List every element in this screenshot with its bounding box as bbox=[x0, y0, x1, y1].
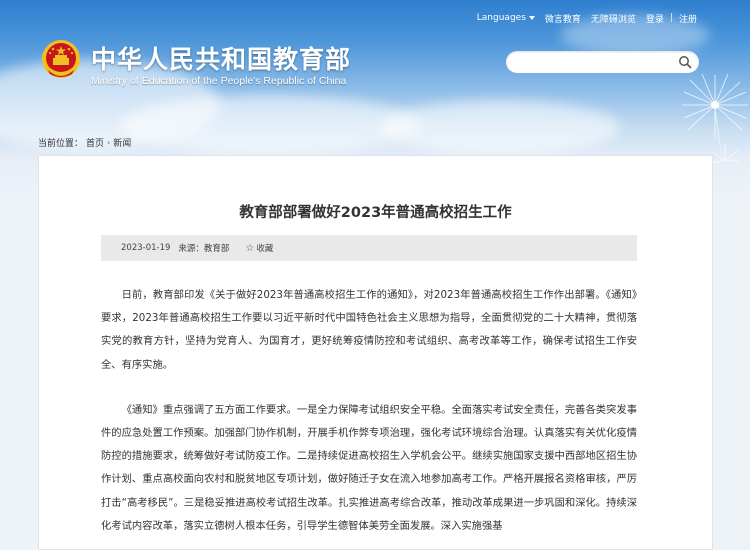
breadcrumb-news[interactable]: 新闻 bbox=[113, 136, 131, 149]
search-input[interactable] bbox=[506, 52, 666, 75]
article-source: 来源：教育部 bbox=[178, 244, 230, 254]
languages-menu[interactable]: Languages bbox=[472, 13, 540, 23]
cloud bbox=[120, 95, 420, 155]
search-box[interactable] bbox=[506, 51, 699, 75]
breadcrumb-label: 当前位置： bbox=[38, 139, 84, 149]
register-link[interactable]: 注册 bbox=[674, 12, 702, 25]
site-subtitle: Ministry of Education of the People's Re… bbox=[91, 75, 347, 87]
chevron-down-icon bbox=[528, 16, 535, 20]
star-icon: ☆ bbox=[245, 242, 255, 254]
article-body: 日前，教育部印发《关于做好2023年普通高校招生工作的通知》，对2023年普通高… bbox=[101, 284, 637, 538]
article-paragraph: 日前，教育部印发《关于做好2023年普通高校招生工作的通知》，对2023年普通高… bbox=[101, 289, 637, 371]
login-link[interactable]: 登录 bbox=[641, 12, 669, 25]
article-paragraph: 《通知》重点强调了五方面工作要求。一是全力保障考试组织安全平稳。全面落实考试安全… bbox=[101, 403, 637, 532]
cloud bbox=[380, 100, 620, 155]
favorite-button[interactable]: ☆ 收藏 bbox=[245, 242, 274, 255]
languages-label: Languages bbox=[476, 13, 526, 23]
national-emblem-icon[interactable] bbox=[40, 38, 82, 82]
breadcrumb-home[interactable]: 首页 bbox=[86, 136, 104, 149]
article-meta-bar: 2023-01-19 来源：教育部 ☆ 收藏 bbox=[101, 235, 637, 261]
accessibility-link[interactable]: 无障碍浏览 bbox=[586, 12, 641, 25]
article-date: 2023-01-19 bbox=[121, 243, 171, 253]
search-icon[interactable] bbox=[678, 55, 692, 69]
top-links-bar: Languages 微言教育 无障碍浏览 登录 | 注册 bbox=[472, 11, 702, 25]
favorite-label: 收藏 bbox=[256, 244, 274, 254]
breadcrumb: 当前位置： 首页 › 新闻 bbox=[38, 136, 131, 149]
article-title: 教育部部署做好2023年普通高校招生工作 bbox=[239, 205, 512, 221]
breadcrumb-separator: › bbox=[107, 138, 111, 147]
weibo-link[interactable]: 微言教育 bbox=[540, 12, 586, 25]
site-title[interactable]: 中华人民共和国教育部 bbox=[91, 40, 351, 76]
article-card: 教育部部署做好2023年普通高校招生工作 2023-01-19 来源：教育部 ☆… bbox=[38, 155, 713, 550]
